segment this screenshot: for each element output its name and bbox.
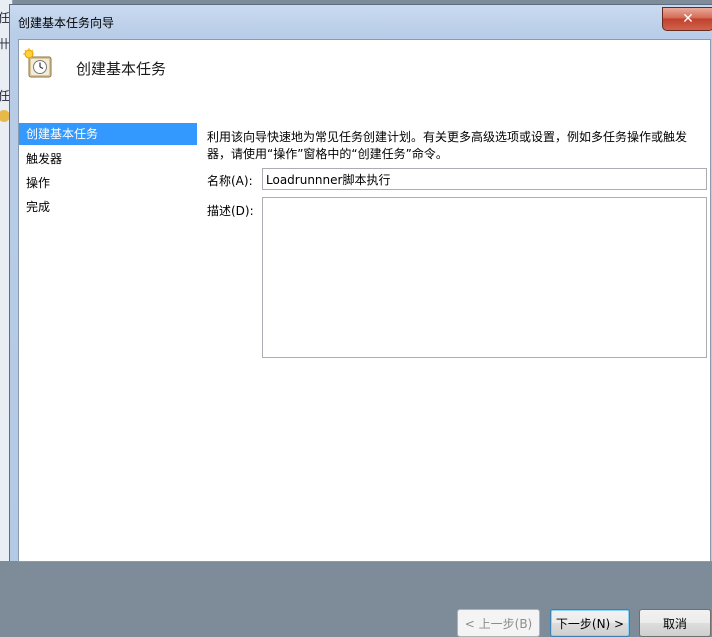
wizard-page-title: 创建基本任务 (76, 60, 167, 78)
step-trigger[interactable]: 触发器 (19, 147, 197, 171)
wizard-step-list: 创建基本任务 触发器 操作 完成 (19, 123, 197, 561)
wizard-dialog: 创建基本任务向导 ✕ 创建基本任务 创建基本任务 触发器 操作 完成 利用该向导… (9, 4, 712, 637)
title-bar[interactable]: 创建基本任务向导 ✕ (10, 5, 712, 39)
back-button[interactable]: < 上一步(B) (457, 609, 540, 637)
name-label: 名称(A): (207, 174, 253, 188)
wizard-header: 创建基本任务 (19, 40, 710, 117)
step-create-basic-task[interactable]: 创建基本任务 (19, 123, 197, 145)
window-title: 创建基本任务向导 (18, 16, 115, 30)
task-name-field[interactable] (262, 168, 707, 190)
wizard-content: 利用该向导快速地为常见任务创建计划。有关更多高级选项或设置，例如多任务操作或触发… (207, 123, 711, 637)
next-button[interactable]: 下一步(N) > (550, 609, 630, 637)
close-button[interactable]: ✕ (662, 7, 712, 31)
dialog-client-area: 创建基本任务 创建基本任务 触发器 操作 完成 利用该向导快速地为常见任务创建计… (18, 39, 711, 637)
step-finish[interactable]: 完成 (19, 195, 197, 219)
close-icon: ✕ (682, 11, 694, 27)
task-description-field[interactable] (262, 197, 707, 358)
cancel-button[interactable]: 取消 (639, 609, 711, 637)
description-label: 描述(D): (207, 204, 254, 218)
scheduled-task-clock-icon (23, 48, 52, 78)
step-action[interactable]: 操作 (19, 171, 197, 195)
wizard-description: 利用该向导快速地为常见任务创建计划。有关更多高级选项或设置，例如多任务操作或触发… (207, 130, 688, 161)
